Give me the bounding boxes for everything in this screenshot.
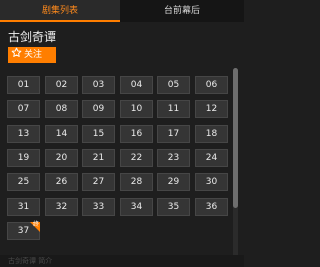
episode-number: 33	[92, 202, 105, 212]
episode-number: 11	[167, 104, 180, 114]
episode-number: 05	[167, 80, 180, 90]
episode-button-05[interactable]: 05	[157, 76, 190, 94]
episode-button-24[interactable]: 24	[195, 149, 228, 167]
latest-badge-text: 终	[32, 221, 39, 228]
tab-bar: 剧集列表 台前幕后	[0, 0, 244, 22]
episode-button-27[interactable]: 27	[82, 173, 115, 191]
episode-number: 24	[205, 153, 218, 163]
episode-button-33[interactable]: 33	[82, 198, 115, 216]
episode-button-13[interactable]: 13	[7, 125, 40, 143]
episode-number: 15	[92, 129, 105, 139]
episode-button-14[interactable]: 14	[45, 125, 78, 143]
episode-button-21[interactable]: 21	[82, 149, 115, 167]
episode-number: 25	[17, 177, 30, 187]
show-title: 古剑奇谭	[8, 30, 57, 44]
episode-button-31[interactable]: 31	[7, 198, 40, 216]
episode-button-06[interactable]: 06	[195, 76, 228, 94]
episode-button-08[interactable]: 08	[45, 100, 78, 118]
episode-number: 29	[167, 177, 180, 187]
scrollbar-thumb[interactable]	[233, 68, 238, 208]
episode-button-03[interactable]: 03	[82, 76, 115, 94]
footer-text: 古剑奇谭 简介	[8, 257, 53, 265]
episode-button-23[interactable]: 23	[157, 149, 190, 167]
episode-number: 20	[55, 153, 68, 163]
episode-button-07[interactable]: 07	[7, 100, 40, 118]
episode-number: 14	[55, 129, 68, 139]
episode-number: 27	[92, 177, 105, 187]
episode-number: 09	[92, 104, 105, 114]
episode-button-09[interactable]: 09	[82, 100, 115, 118]
scrollbar[interactable]	[233, 68, 238, 258]
episode-number: 37	[17, 226, 30, 236]
episode-number: 22	[130, 153, 143, 163]
episode-button-30[interactable]: 30	[195, 173, 228, 191]
star-icon	[11, 47, 22, 57]
follow-button[interactable]: 关注	[8, 47, 56, 63]
episode-number: 13	[17, 129, 30, 139]
episode-number: 07	[17, 104, 30, 114]
episode-button-18[interactable]: 18	[195, 125, 228, 143]
episode-number: 10	[130, 104, 143, 114]
episode-number: 04	[130, 80, 143, 90]
episode-number: 30	[205, 177, 218, 187]
episode-button-16[interactable]: 16	[120, 125, 153, 143]
episode-button-37[interactable]: 37 终	[7, 221, 40, 240]
episode-button-17[interactable]: 17	[157, 125, 190, 143]
episode-number: 03	[92, 80, 105, 90]
episode-button-35[interactable]: 35	[157, 198, 190, 216]
episode-number: 08	[55, 104, 68, 114]
episode-button-19[interactable]: 19	[7, 149, 40, 167]
episode-number: 28	[130, 177, 143, 187]
episode-button-15[interactable]: 15	[82, 125, 115, 143]
episode-number: 32	[55, 202, 68, 212]
tab-episode-list[interactable]: 剧集列表	[0, 0, 120, 22]
tab-behind-the-scenes[interactable]: 台前幕后	[120, 0, 244, 22]
episode-button-29[interactable]: 29	[157, 173, 190, 191]
episode-button-36[interactable]: 36	[195, 198, 228, 216]
follow-label: 关注	[24, 50, 43, 60]
episode-button-01[interactable]: 01	[7, 76, 40, 94]
episode-number: 17	[167, 129, 180, 139]
episode-button-10[interactable]: 10	[120, 100, 153, 118]
episode-number: 31	[17, 202, 30, 212]
episode-number: 35	[167, 202, 180, 212]
episode-number: 01	[17, 80, 30, 90]
episode-number: 19	[17, 153, 30, 163]
episode-button-32[interactable]: 32	[45, 198, 78, 216]
episode-number: 36	[205, 202, 218, 212]
episode-button-02[interactable]: 02	[45, 76, 78, 94]
episode-button-34[interactable]: 34	[120, 198, 153, 216]
episode-button-22[interactable]: 22	[120, 149, 153, 167]
episode-number: 34	[130, 202, 143, 212]
episode-button-20[interactable]: 20	[45, 149, 78, 167]
episode-button-04[interactable]: 04	[120, 76, 153, 94]
episode-button-12[interactable]: 12	[195, 100, 228, 118]
episode-button-11[interactable]: 11	[157, 100, 190, 118]
episode-number: 16	[130, 129, 143, 139]
episode-number: 26	[55, 177, 68, 187]
episode-number: 21	[92, 153, 105, 163]
episode-number: 06	[205, 80, 218, 90]
episode-number: 18	[205, 129, 218, 139]
episode-button-25[interactable]: 25	[7, 173, 40, 191]
episode-button-26[interactable]: 26	[45, 173, 78, 191]
episode-number: 12	[205, 104, 218, 114]
episode-number: 02	[55, 80, 68, 90]
footer-strip: 古剑奇谭 简介	[0, 255, 244, 267]
episode-button-28[interactable]: 28	[120, 173, 153, 191]
episode-number: 23	[167, 153, 180, 163]
